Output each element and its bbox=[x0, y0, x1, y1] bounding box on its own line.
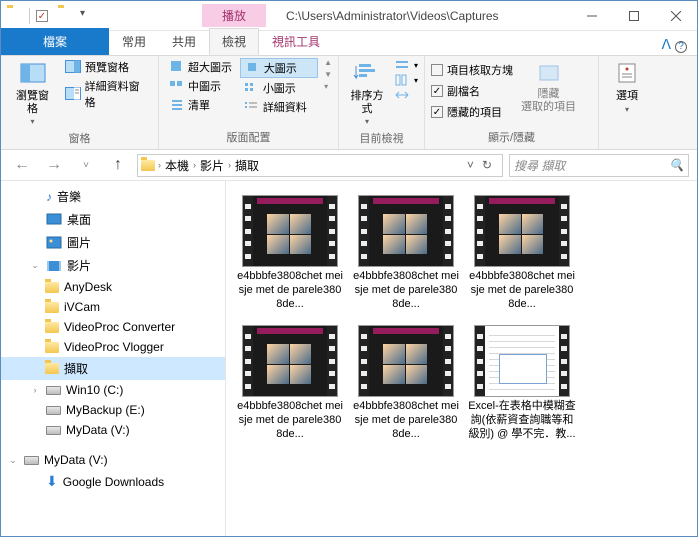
file-thumbnail bbox=[358, 195, 454, 267]
file-item[interactable]: e4bbbfe3808chet meisje met de parele3808… bbox=[352, 325, 460, 441]
nav-mybackup[interactable]: MyBackup (E:) bbox=[1, 400, 225, 420]
nav-tree[interactable]: ♪音樂 桌面 圖片 ⌄影片 AnyDesk iVCam VideoProc Co… bbox=[1, 181, 226, 536]
file-item[interactable]: e4bbbfe3808chet meisje met de parele3808… bbox=[468, 195, 576, 311]
minimize-button[interactable] bbox=[571, 2, 613, 30]
layout-l-icons[interactable]: 大圖示 bbox=[240, 58, 318, 78]
checkbox-icon[interactable]: ✓ bbox=[36, 8, 52, 24]
file-thumbnail bbox=[242, 325, 338, 397]
file-item[interactable]: e4bbbfe3808chet meisje met de parele3808… bbox=[236, 325, 344, 441]
maximize-button[interactable] bbox=[613, 2, 655, 30]
file-name: e4bbbfe3808chet meisje met de parele3808… bbox=[236, 270, 344, 311]
folder-small-icon[interactable] bbox=[58, 8, 74, 24]
qat-dropdown-icon[interactable]: ▾ bbox=[80, 8, 96, 24]
options-button[interactable]: 選項 ▾ bbox=[605, 58, 649, 116]
nav-videos[interactable]: ⌄影片 bbox=[1, 254, 225, 277]
nav-mydata2[interactable]: ⌄MyData (V:) bbox=[1, 450, 225, 470]
file-name: e4bbbfe3808chet meisje met de parele3808… bbox=[236, 400, 344, 441]
layout-xl-icons[interactable]: 超大圖示 bbox=[165, 58, 236, 76]
nav-desktop[interactable]: 桌面 bbox=[1, 208, 225, 231]
nav-music[interactable]: ♪音樂 bbox=[1, 185, 225, 208]
layout-more[interactable]: ▾ bbox=[324, 82, 332, 91]
folder-icon bbox=[7, 8, 23, 24]
file-item[interactable]: e4bbbfe3808chet meisje met de parele3808… bbox=[236, 195, 344, 311]
tab-home[interactable]: 常用 bbox=[109, 28, 159, 55]
nav-mydata[interactable]: MyData (V:) bbox=[1, 420, 225, 440]
file-extensions-toggle[interactable]: ✓副檔名 bbox=[431, 83, 513, 99]
ribbon-collapse-icon[interactable]: ᐱ ? bbox=[652, 34, 697, 55]
layout-m-icons[interactable]: 中圖示 bbox=[165, 77, 236, 95]
nav-up-button[interactable]: ↑ bbox=[105, 153, 131, 177]
layout-s-icons[interactable]: 小圖示 bbox=[240, 79, 318, 97]
tab-file[interactable]: 檔案 bbox=[1, 28, 109, 55]
nav-videoproc-vlogger[interactable]: VideoProc Vlogger bbox=[1, 337, 225, 357]
layout-list[interactable]: 清單 bbox=[165, 96, 236, 114]
nav-google-downloads[interactable]: ⬇Google Downloads bbox=[1, 470, 225, 493]
file-thumbnail bbox=[474, 325, 570, 397]
nav-win10[interactable]: ›Win10 (C:) bbox=[1, 380, 225, 400]
file-name: Excel-在表格中模糊查詢(依薪資查詢職等和級別) @ 學不完．教... bbox=[468, 400, 576, 441]
tab-view[interactable]: 檢視 bbox=[209, 28, 259, 55]
close-button[interactable] bbox=[655, 2, 697, 30]
nav-anydesk[interactable]: AnyDesk bbox=[1, 277, 225, 297]
nav-forward-button[interactable]: → bbox=[41, 153, 67, 177]
search-box[interactable]: 搜尋 擷取🔍 bbox=[509, 154, 689, 177]
layout-scroll-up[interactable]: ▲ bbox=[324, 58, 332, 67]
files-pane[interactable]: e4bbbfe3808chet meisje met de parele3808… bbox=[226, 181, 697, 536]
navigation-pane-button[interactable]: 瀏覽窗格 ▾ bbox=[7, 58, 58, 128]
address-bar[interactable]: › 本機 › 影片 › 擷取 ˅↻ bbox=[137, 154, 503, 177]
layout-details[interactable]: 詳細資料 bbox=[240, 98, 318, 116]
nav-videoproc-converter[interactable]: VideoProc Converter bbox=[1, 317, 225, 337]
file-name: e4bbbfe3808chet meisje met de parele3808… bbox=[352, 400, 460, 441]
file-thumbnail bbox=[358, 325, 454, 397]
layout-scroll-down[interactable]: ▼ bbox=[324, 70, 332, 79]
nav-pictures[interactable]: 圖片 bbox=[1, 231, 225, 254]
nav-recent-dropdown[interactable]: ˅ bbox=[73, 153, 99, 177]
context-tab-label: 播放 bbox=[202, 4, 266, 27]
window-title-path: C:\Users\Administrator\Videos\Captures bbox=[266, 9, 571, 23]
search-icon[interactable]: 🔍 bbox=[669, 158, 684, 172]
hide-selected-button[interactable]: 隱藏 選取的項目 bbox=[517, 58, 580, 115]
nav-captures[interactable]: 擷取 bbox=[1, 357, 225, 380]
file-item[interactable]: Excel-在表格中模糊查詢(依薪資查詢職等和級別) @ 學不完．教... bbox=[468, 325, 576, 441]
nav-back-button[interactable]: ← bbox=[9, 153, 35, 177]
tab-share[interactable]: 共用 bbox=[159, 28, 209, 55]
addr-dropdown-icon[interactable]: ˅ bbox=[463, 158, 478, 172]
file-name: e4bbbfe3808chet meisje met de parele3808… bbox=[352, 270, 460, 311]
tab-video-tools[interactable]: 視訊工具 bbox=[259, 28, 333, 55]
item-checkboxes-toggle[interactable]: 項目核取方塊 bbox=[431, 62, 513, 78]
size-columns-button[interactable] bbox=[393, 88, 419, 102]
file-thumbnail bbox=[242, 195, 338, 267]
sort-by-button[interactable]: 排序方式 ▾ bbox=[345, 58, 389, 128]
hidden-items-toggle[interactable]: ✓隱藏的項目 bbox=[431, 104, 513, 120]
add-columns-button[interactable]: ▾ bbox=[393, 73, 419, 87]
file-item[interactable]: e4bbbfe3808chet meisje met de parele3808… bbox=[352, 195, 460, 311]
refresh-icon[interactable]: ↻ bbox=[478, 158, 496, 172]
file-thumbnail bbox=[474, 195, 570, 267]
file-name: e4bbbfe3808chet meisje met de parele3808… bbox=[468, 270, 576, 311]
preview-pane-button[interactable]: 預覽窗格 bbox=[62, 58, 152, 76]
details-pane-button[interactable]: 詳細資料窗格 bbox=[62, 77, 152, 111]
nav-ivcam[interactable]: iVCam bbox=[1, 297, 225, 317]
group-by-button[interactable]: ▾ bbox=[393, 58, 419, 72]
